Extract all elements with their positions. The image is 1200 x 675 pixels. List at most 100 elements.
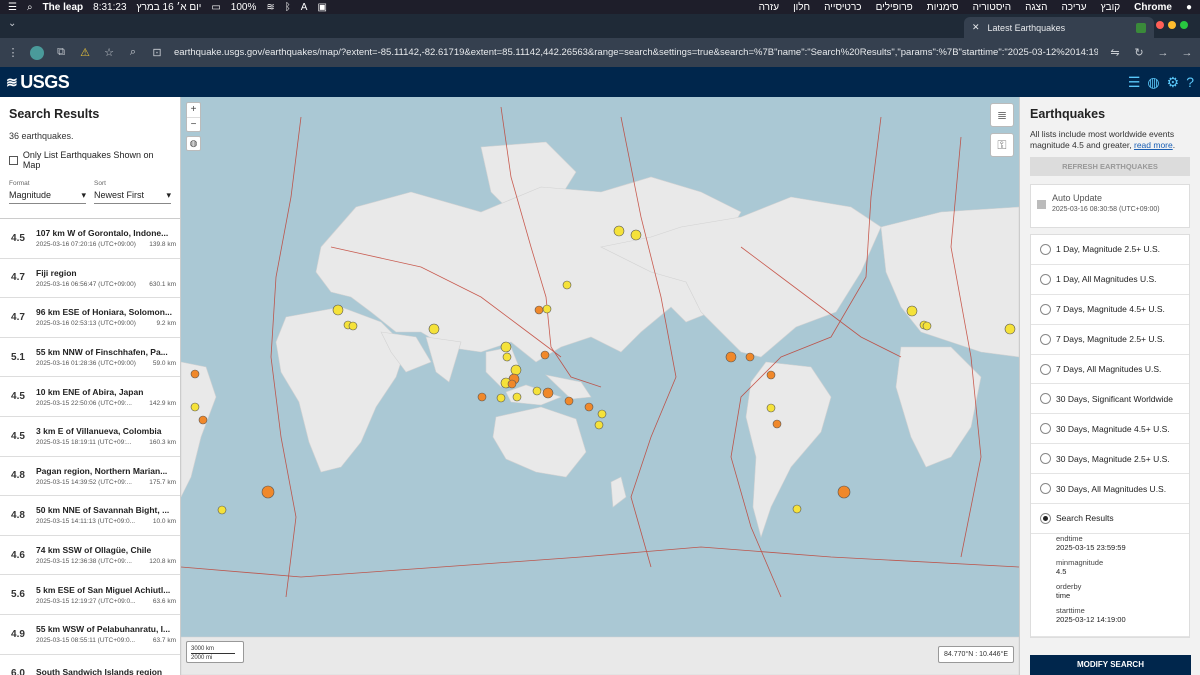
bookmark-star-icon[interactable]: ☆: [102, 46, 116, 59]
wifi-icon[interactable]: ≋: [266, 2, 274, 13]
auto-update-toggle[interactable]: Auto Update 2025-03-16 08:30:58 (UTC+09:…: [1030, 184, 1190, 228]
earthquake-marker[interactable]: [428, 323, 440, 335]
input-source-icon[interactable]: A: [301, 2, 308, 13]
menu-profiles[interactable]: פרופילים: [876, 2, 913, 13]
legend-key-icon[interactable]: ⚿: [990, 133, 1014, 157]
back-icon[interactable]: →: [1180, 47, 1194, 59]
menu-edit[interactable]: עריכה: [1061, 2, 1086, 13]
menubar-app-name[interactable]: The leap: [43, 2, 84, 13]
menu-tab[interactable]: כרטיסייה: [824, 2, 861, 13]
help-icon[interactable]: ?: [1186, 74, 1194, 91]
menu-chrome[interactable]: Chrome: [1134, 2, 1172, 13]
read-more-link[interactable]: read more: [1134, 140, 1173, 150]
radio-button[interactable]: [1040, 273, 1051, 285]
earthquake-list-item[interactable]: 4.8 50 km NNE of Savannah Bight, ... 2025-…: [0, 496, 180, 536]
earthquake-marker[interactable]: [792, 504, 802, 514]
radio-button[interactable]: [1040, 423, 1051, 435]
radio-button[interactable]: [1040, 393, 1051, 405]
earthquake-marker[interactable]: [597, 409, 607, 419]
forward-icon[interactable]: →: [1156, 47, 1170, 59]
url-field[interactable]: earthquake.usgs.gov/earthquakes/map/?ext…: [174, 47, 1098, 58]
menu-file[interactable]: קובץ: [1101, 2, 1121, 13]
earthquake-marker[interactable]: [534, 305, 544, 315]
earthquake-marker[interactable]: [630, 229, 642, 241]
earthquake-marker[interactable]: [198, 415, 208, 425]
zoom-lens-icon[interactable]: ⌕: [126, 46, 140, 59]
earthquake-marker[interactable]: [512, 392, 522, 402]
globe-view-icon[interactable]: ◍: [186, 136, 201, 151]
tune-icon[interactable]: ⇋: [1108, 46, 1122, 59]
spotlight-icon[interactable]: ⌕: [27, 2, 33, 13]
radio-button[interactable]: [1040, 363, 1051, 375]
usgs-logo[interactable]: ≋ USGS: [6, 72, 70, 93]
radio-button[interactable]: [1040, 453, 1051, 465]
earthquake-marker[interactable]: [532, 386, 542, 396]
menubar-date[interactable]: יום א׳ 16 במרץ: [137, 2, 202, 13]
world-map[interactable]: [181, 97, 1019, 675]
menu-help[interactable]: עזרה: [759, 2, 779, 13]
radio-button[interactable]: [1040, 512, 1051, 524]
feed-option[interactable]: 7 Days, Magnitude 4.5+ U.S.: [1031, 295, 1189, 325]
site-info-icon[interactable]: ⊡: [150, 46, 164, 59]
earthquake-marker[interactable]: [261, 485, 275, 499]
earthquake-marker[interactable]: [594, 420, 604, 430]
control-center-icon[interactable]: ☰: [8, 2, 17, 13]
bluetooth-icon[interactable]: ᛒ: [285, 2, 291, 13]
earthquake-marker[interactable]: [766, 370, 776, 380]
menu-bookmarks[interactable]: סימניות: [927, 2, 959, 13]
minimize-window-icon[interactable]: [1168, 21, 1176, 29]
earthquake-list-item[interactable]: 4.7 96 km ESE of Honiara, Solomon... 2025-…: [0, 298, 180, 338]
modify-search-button[interactable]: MODIFY SEARCH: [1030, 655, 1191, 675]
earthquake-marker[interactable]: [500, 341, 512, 353]
earthquake-list-item[interactable]: 4.5 107 km W of Gorontalo, Indone... 2025-…: [0, 219, 180, 259]
feed-option[interactable]: Search Results: [1031, 504, 1189, 534]
earthquake-list-item[interactable]: 6.0 South Sandwich Islands region: [0, 655, 180, 675]
earthquake-marker[interactable]: [348, 321, 358, 331]
earthquake-marker[interactable]: [502, 352, 512, 362]
settings-gear-icon[interactable]: ⚙: [1167, 74, 1180, 91]
earthquake-marker[interactable]: [766, 403, 776, 413]
feed-option[interactable]: 30 Days, Magnitude 4.5+ U.S.: [1031, 414, 1189, 445]
earthquake-marker[interactable]: [496, 393, 506, 403]
earthquake-marker[interactable]: [542, 304, 552, 314]
feed-option[interactable]: 7 Days, Magnitude 2.5+ U.S.: [1031, 325, 1189, 355]
zoom-in-button[interactable]: +: [187, 103, 200, 117]
zoom-window-icon[interactable]: [1180, 21, 1188, 29]
earthquake-marker[interactable]: [190, 402, 200, 412]
earthquake-list-item[interactable]: 4.8 Pagan region, Northern Marian... 2025-…: [0, 457, 180, 497]
earthquake-marker[interactable]: [725, 351, 737, 363]
radio-button[interactable]: [1040, 243, 1051, 255]
radio-button[interactable]: [1040, 303, 1051, 315]
list-icon[interactable]: ☰: [1128, 74, 1141, 91]
earthquake-marker[interactable]: [564, 396, 574, 406]
sort-select[interactable]: Sort Newest First ▾: [94, 180, 171, 204]
earthquake-marker[interactable]: [510, 364, 522, 376]
only-list-shown-checkbox[interactable]: Only List Earthquakes Shown on Map: [9, 150, 171, 170]
menu-history[interactable]: היסטוריה: [973, 2, 1012, 13]
auto-update-checkbox[interactable]: [1037, 200, 1046, 209]
earthquake-marker[interactable]: [584, 402, 594, 412]
earthquake-marker[interactable]: [837, 485, 851, 499]
menu-window[interactable]: חלון: [793, 2, 810, 13]
earthquake-marker[interactable]: [217, 505, 227, 515]
feed-option[interactable]: 7 Days, All Magnitudes U.S.: [1031, 355, 1189, 385]
earthquake-marker[interactable]: [542, 387, 554, 399]
zoom-out-button[interactable]: −: [187, 117, 200, 131]
tab-latest-earthquakes[interactable]: ✕ Latest Earthquakes: [964, 17, 1154, 38]
extensions-puzzle-icon[interactable]: ⧉: [54, 46, 68, 59]
feed-option[interactable]: 30 Days, All Magnitudes U.S.: [1031, 474, 1189, 505]
earthquake-marker[interactable]: [745, 352, 755, 362]
warning-icon[interactable]: ⚠: [78, 46, 92, 59]
extension-icon[interactable]: [30, 45, 44, 60]
map-view[interactable]: + − ◍ ≣ ⚿ 3000 km 2000 mi 84.770°N : 10.…: [181, 97, 1019, 675]
tab-close-icon[interactable]: ✕: [972, 22, 980, 33]
earthquake-marker[interactable]: [477, 392, 487, 402]
display-icon[interactable]: ▣: [317, 2, 326, 13]
earthquake-marker[interactable]: [1004, 323, 1016, 335]
earthquake-marker[interactable]: [922, 321, 932, 331]
feed-option[interactable]: 1 Day, Magnitude 2.5+ U.S.: [1031, 235, 1189, 265]
feed-option[interactable]: 1 Day, All Magnitudes U.S.: [1031, 265, 1189, 295]
earthquake-list-item[interactable]: 4.5 10 km ENE of Abira, Japan 2025-03-15 2…: [0, 377, 180, 417]
menubar-time[interactable]: 8:31:23: [93, 2, 126, 13]
checkbox-box[interactable]: [9, 155, 18, 165]
